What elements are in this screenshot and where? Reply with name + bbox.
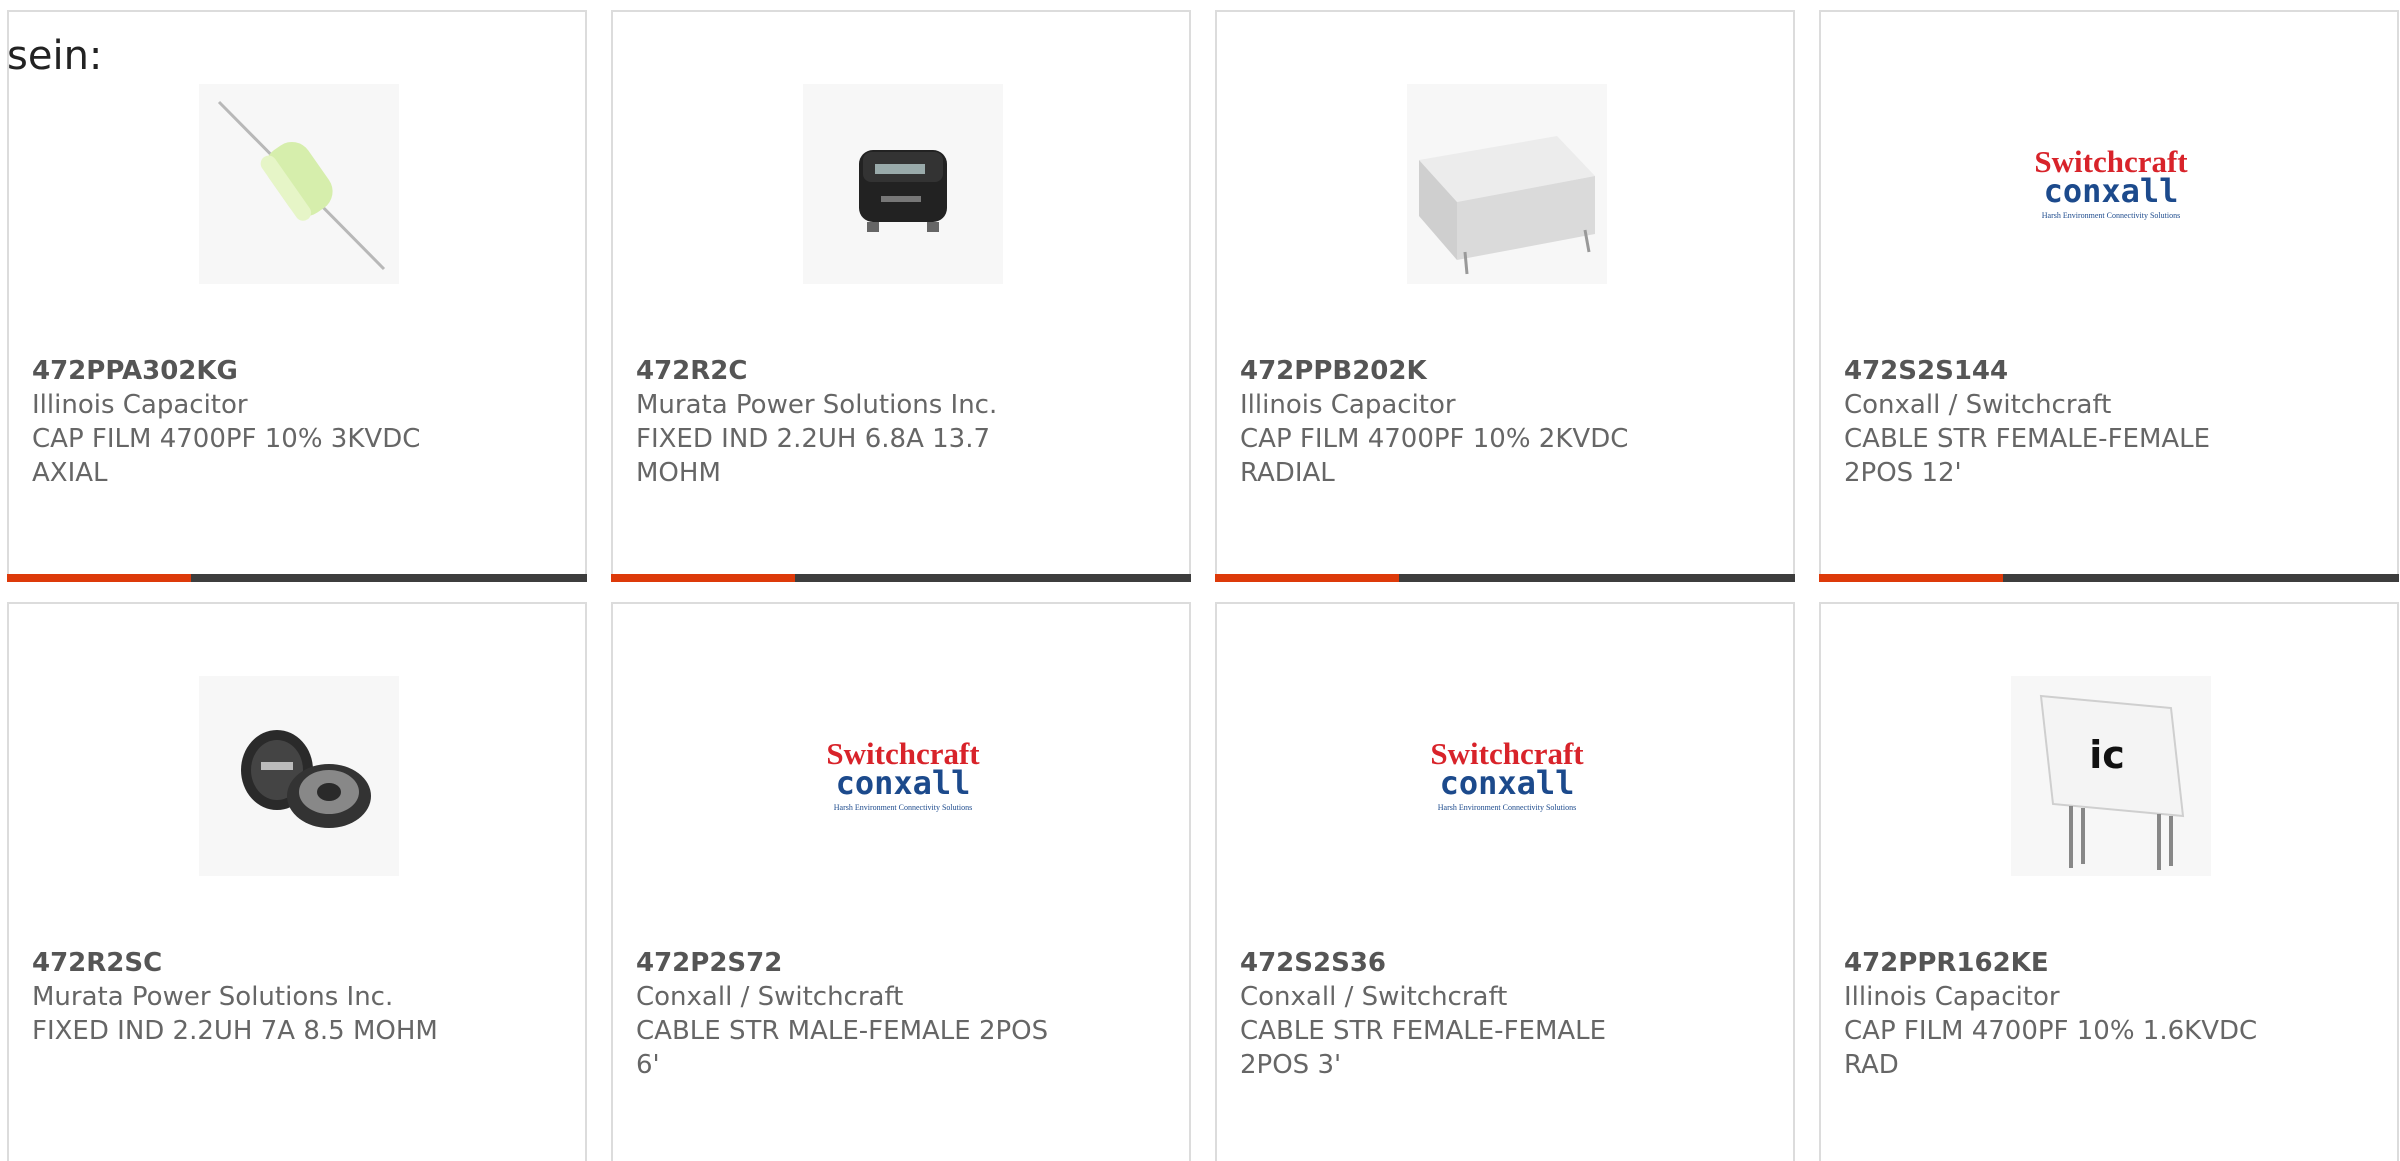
description-line: CAP FILM 4700PF 10% 2KVDC [1240,424,1629,454]
product-card[interactable]: Switchcraft conxall Harsh Environment Co… [1215,602,1795,1161]
ic-capacitor-icon: ic [2039,694,2185,870]
page: sein: 472PPA302KG Illinois Capacitor CAP… [0,0,2400,1161]
description-line: 6' [636,1050,660,1080]
axial-capacitor-icon [217,100,386,271]
switchcraft-conxall-logo: Switchcraft conxall Harsh Environment Co… [1430,736,1584,812]
product-info: 472PPR162KE Illinois Capacitor CAP FILM … [1844,946,2284,1082]
product-card[interactable]: 472PPA302KG Illinois Capacitor CAP FILM … [7,10,587,582]
manufacturer: Conxall / Switchcraft [1240,982,1508,1012]
product-image[interactable]: Switchcraft conxall Harsh Environment Co… [803,676,1003,876]
description-line: FIXED IND 2.2UH 7A 8.5 MOHM [32,1016,438,1046]
product-card[interactable]: 472R2C Murata Power Solutions Inc. FIXED… [611,10,1191,582]
product-grid: 472PPA302KG Illinois Capacitor CAP FILM … [7,10,2400,1161]
box-capacitor-icon [1419,136,1595,275]
product-card[interactable]: Switchcraft conxall Harsh Environment Co… [1819,10,2399,582]
part-number[interactable]: 472P2S72 [636,946,1076,980]
description-line: CAP FILM 4700PF 10% 1.6KVDC [1844,1016,2258,1046]
part-number[interactable]: 472R2C [636,354,1076,388]
part-number[interactable]: 472PPB202K [1240,354,1680,388]
description-line: CABLE STR FEMALE-FEMALE [1240,1016,1607,1046]
product-card[interactable]: Switchcraft conxall Harsh Environment Co… [611,602,1191,1161]
manufacturer: Illinois Capacitor [1240,390,1456,420]
product-image[interactable]: Switchcraft conxall Harsh Environment Co… [1407,676,1607,876]
product-info: 472PPB202K Illinois Capacitor CAP FILM 4… [1240,354,1680,490]
card-bar-accent [1215,574,1399,582]
logo-tagline: Harsh Environment Connectivity Solutions [834,803,972,812]
logo-line2: conxall [1440,764,1575,802]
description-line: AXIAL [32,458,108,488]
logo-tagline: Harsh Environment Connectivity Solutions [1438,803,1576,812]
product-image[interactable] [199,676,399,876]
card-bar [1819,574,2399,582]
product-info: 472PPA302KG Illinois Capacitor CAP FILM … [32,354,472,490]
part-number[interactable]: 472R2SC [32,946,472,980]
product-info: 472S2S36 Conxall / Switchcraft CABLE STR… [1240,946,1680,1082]
card-bar [7,574,587,582]
description-line: RAD [1844,1050,1899,1080]
product-info: 472P2S72 Conxall / Switchcraft CABLE STR… [636,946,1076,1082]
description-line: CABLE STR FEMALE-FEMALE [1844,424,2211,454]
product-card[interactable]: ic 472PPR162KE Illinois Capacitor CAP FI… [1819,602,2399,1161]
switchcraft-conxall-logo: Switchcraft conxall Harsh Environment Co… [2034,144,2188,220]
manufacturer: Murata Power Solutions Inc. [636,390,998,420]
card-bar-accent [1819,574,2003,582]
lead-text: sein: [7,33,103,79]
logo-tagline: Harsh Environment Connectivity Solutions [2042,211,2180,220]
product-card[interactable]: 472R2SC Murata Power Solutions Inc. FIXE… [7,602,587,1161]
manufacturer: Illinois Capacitor [32,390,248,420]
drum-inductor-icon [241,730,371,828]
description-line: 2POS 3' [1240,1050,1342,1080]
logo-line2: conxall [2044,172,2179,210]
manufacturer: Conxall / Switchcraft [1844,390,2112,420]
description-line: CAP FILM 4700PF 10% 3KVDC [32,424,421,454]
logo-line2: conxall [836,764,971,802]
card-bar [611,574,1191,582]
description-line: MOHM [636,458,721,488]
card-bar-accent [7,574,191,582]
product-image[interactable] [803,84,1003,284]
manufacturer: Illinois Capacitor [1844,982,2060,1012]
product-info: 472R2C Murata Power Solutions Inc. FIXED… [636,354,1076,490]
part-number[interactable]: 472S2S36 [1240,946,1680,980]
card-bar-accent [611,574,795,582]
card-bar [1215,574,1795,582]
switchcraft-conxall-logo: Switchcraft conxall Harsh Environment Co… [826,736,980,812]
product-image[interactable] [1407,84,1607,284]
description-line: RADIAL [1240,458,1335,488]
manufacturer: Murata Power Solutions Inc. [32,982,394,1012]
description-line: 2POS 12' [1844,458,1962,488]
product-image[interactable]: Switchcraft conxall Harsh Environment Co… [2011,84,2211,284]
product-info: 472R2SC Murata Power Solutions Inc. FIXE… [32,946,472,1048]
product-image[interactable] [199,84,399,284]
product-image[interactable]: ic [2011,676,2211,876]
product-info: 472S2S144 Conxall / Switchcraft CABLE ST… [1844,354,2284,490]
ic-logo-text: ic [2089,733,2125,777]
smd-inductor-icon [859,150,947,232]
description-line: CABLE STR MALE-FEMALE 2POS [636,1016,1049,1046]
manufacturer: Conxall / Switchcraft [636,982,904,1012]
product-card[interactable]: 472PPB202K Illinois Capacitor CAP FILM 4… [1215,10,1795,582]
part-number[interactable]: 472PPR162KE [1844,946,2284,980]
description-line: FIXED IND 2.2UH 6.8A 13.7 [636,424,991,454]
part-number[interactable]: 472PPA302KG [32,354,472,388]
part-number[interactable]: 472S2S144 [1844,354,2284,388]
